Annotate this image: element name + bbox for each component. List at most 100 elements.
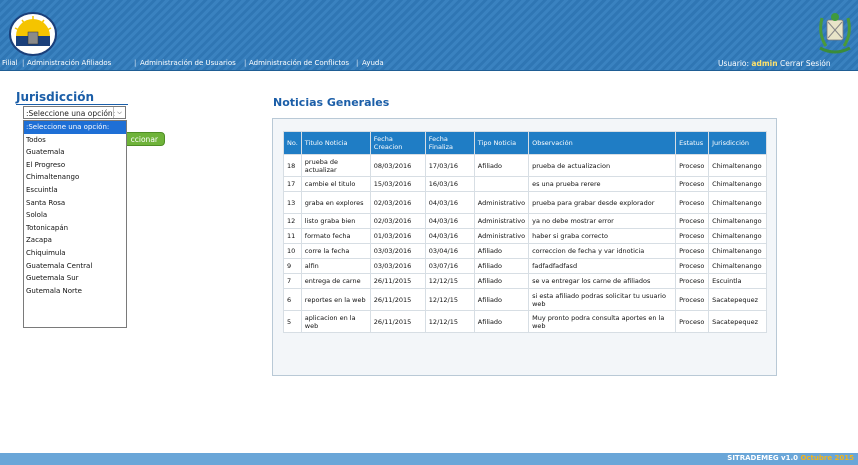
table-cell: 5 [284, 311, 301, 332]
nav-separator: | [22, 59, 25, 67]
table-cell: Chimaltenango [709, 155, 766, 176]
table-cell: Administrativo [474, 214, 529, 228]
table-cell: Proceso [676, 155, 709, 176]
select-value: :Seleccione una opción: [26, 109, 116, 118]
page-title: Noticias Generales [273, 96, 390, 109]
table-cell: listo graba bien [301, 214, 370, 228]
header-banner: Filial | Administración Afiliados | Admi… [0, 0, 858, 71]
table-cell: 03/04/16 [425, 244, 474, 258]
table-cell: Proceso [676, 274, 709, 288]
table-header-row: No. Titulo Noticia Fecha Creacion Fecha … [284, 132, 766, 154]
dropdown-option[interactable]: Escuintla [24, 184, 126, 197]
table-row[interactable]: 18 prueba de actualizar 08/03/2016 17/03/16… [284, 155, 766, 176]
title-underline [16, 104, 128, 105]
nav-admin-usuarios[interactable]: Administración de Usuarios [140, 59, 236, 67]
table-row[interactable]: 12 listo graba bien 02/03/2016 04/03/16 Admi… [284, 214, 766, 228]
table-row[interactable]: 9 alfin 03/03/2016 03/07/16 Afiliado fadfadfa… [284, 259, 766, 273]
table-cell: fadfadfadfasd [529, 259, 676, 273]
table-cell: 02/03/2016 [370, 214, 425, 228]
nav-ayuda[interactable]: Ayuda [362, 59, 384, 67]
table-cell: 11 [284, 229, 301, 243]
dropdown-option[interactable]: Guetemala Sur [24, 272, 126, 285]
table-cell: prueba para grabar desde explorador [529, 192, 676, 213]
dropdown-option[interactable]: Todos [24, 134, 126, 147]
table-cell: Proceso [676, 244, 709, 258]
col-header-no: No. [284, 132, 301, 154]
footer-bar: SITRADEMEG v1.0 Octubre 2015 [0, 453, 858, 465]
table-cell: 04/03/16 [425, 229, 474, 243]
table-cell: Proceso [676, 192, 709, 213]
table-cell: 6 [284, 289, 301, 310]
logout-link[interactable]: Cerrar Sesión [780, 59, 831, 68]
col-header-title: Titulo Noticia [301, 132, 370, 154]
table-cell: 18 [284, 155, 301, 176]
table-cell: alfin [301, 259, 370, 273]
table-row[interactable]: 17 cambie el titulo 15/03/2016 16/03/16 es u… [284, 177, 766, 191]
table-cell: es una prueba rerere [529, 177, 676, 191]
coat-of-arms-icon [819, 13, 851, 54]
col-header-created: Fecha Creacion [370, 132, 425, 154]
table-row[interactable]: 10 corre la fecha 03/03/2016 03/04/16 Afilia… [284, 244, 766, 258]
table-cell: Afiliado [474, 289, 529, 310]
table-cell: 16/03/16 [425, 177, 474, 191]
table-cell: Afiliado [474, 311, 529, 332]
dropdown-option[interactable]: :Seleccione una opción: [24, 121, 126, 134]
table-row[interactable]: 13 graba en explores 02/03/2016 04/03/16 Adm… [284, 192, 766, 213]
table-cell: se va entregar los carne de afiliados [529, 274, 676, 288]
table-cell: cambie el titulo [301, 177, 370, 191]
nav-admin-conflictos[interactable]: Administración de Conflictos [249, 59, 349, 67]
table-row[interactable]: 6 reportes en la web 26/11/2015 12/12/15 Afi… [284, 289, 766, 310]
table-cell: entrega de carne [301, 274, 370, 288]
table-row[interactable]: 5 aplicacion en la web 26/11/2015 12/12/15 A… [284, 311, 766, 332]
dropdown-option[interactable]: Chimaltenango [24, 171, 126, 184]
app-version: SITRADEMEG v1.0 [727, 454, 798, 462]
dropdown-option[interactable]: Santa Rosa [24, 197, 126, 210]
table-cell: prueba de actualizacion [529, 155, 676, 176]
table-cell: 01/03/2016 [370, 229, 425, 243]
footer-version: SITRADEMEG v1.0 Octubre 2015 [727, 454, 854, 462]
nav-filial[interactable]: Filial [2, 59, 18, 67]
dropdown-option[interactable]: Guatemala [24, 146, 126, 159]
table-cell: Afiliado [474, 259, 529, 273]
user-label: Usuario: [718, 59, 750, 68]
col-header-type: Tipo Noticia [474, 132, 529, 154]
table-cell: 17/03/16 [425, 155, 474, 176]
jurisdiction-dropdown-list: :Seleccione una opción: Todos Guatemala … [23, 120, 127, 328]
news-table-body: 18 prueba de actualizar 08/03/2016 17/03/16… [284, 155, 766, 332]
table-cell: Afiliado [474, 155, 529, 176]
table-cell: 7 [284, 274, 301, 288]
dropdown-option[interactable]: Chiquimula [24, 247, 126, 260]
release-date: Octubre 2015 [800, 454, 854, 462]
table-cell: Sacatepequez [709, 289, 766, 310]
table-cell: aplicacion en la web [301, 311, 370, 332]
table-cell: 26/11/2015 [370, 274, 425, 288]
chevron-down-icon[interactable]: ⌵ [113, 107, 125, 118]
table-cell: 9 [284, 259, 301, 273]
table-cell: si esta afiliado podras solicitar tu usu… [529, 289, 676, 310]
jurisdiction-select[interactable]: :Seleccione una opción: ⌵ [23, 106, 126, 119]
dropdown-option[interactable]: Gutemala Norte [24, 285, 126, 298]
dropdown-option[interactable]: Guatemala Central [24, 260, 126, 273]
table-cell: haber si graba correcto [529, 229, 676, 243]
dropdown-option[interactable]: Solola [24, 209, 126, 222]
table-row[interactable]: 11 formato fecha 01/03/2016 04/03/16 Adminis… [284, 229, 766, 243]
table-row[interactable]: 7 entrega de carne 26/11/2015 12/12/15 Afili… [284, 274, 766, 288]
dropdown-option[interactable]: Zacapa [24, 234, 126, 247]
dropdown-option[interactable]: El Progreso [24, 159, 126, 172]
table-cell: Afiliado [474, 244, 529, 258]
table-cell: 08/03/2016 [370, 155, 425, 176]
table-cell: Proceso [676, 177, 709, 191]
table-cell: 12 [284, 214, 301, 228]
table-cell: 02/03/2016 [370, 192, 425, 213]
table-cell: 04/03/16 [425, 192, 474, 213]
col-header-status: Estatus [676, 132, 709, 154]
table-cell: Proceso [676, 311, 709, 332]
nav-admin-afiliados[interactable]: Administración Afiliados [27, 59, 111, 67]
table-cell: 03/07/16 [425, 259, 474, 273]
nav-separator: | [134, 59, 137, 67]
table-cell: formato fecha [301, 229, 370, 243]
table-cell: 26/11/2015 [370, 289, 425, 310]
dropdown-option[interactable]: Totonicapán [24, 222, 126, 235]
table-cell: Administrativo [474, 229, 529, 243]
table-cell: 03/03/2016 [370, 244, 425, 258]
